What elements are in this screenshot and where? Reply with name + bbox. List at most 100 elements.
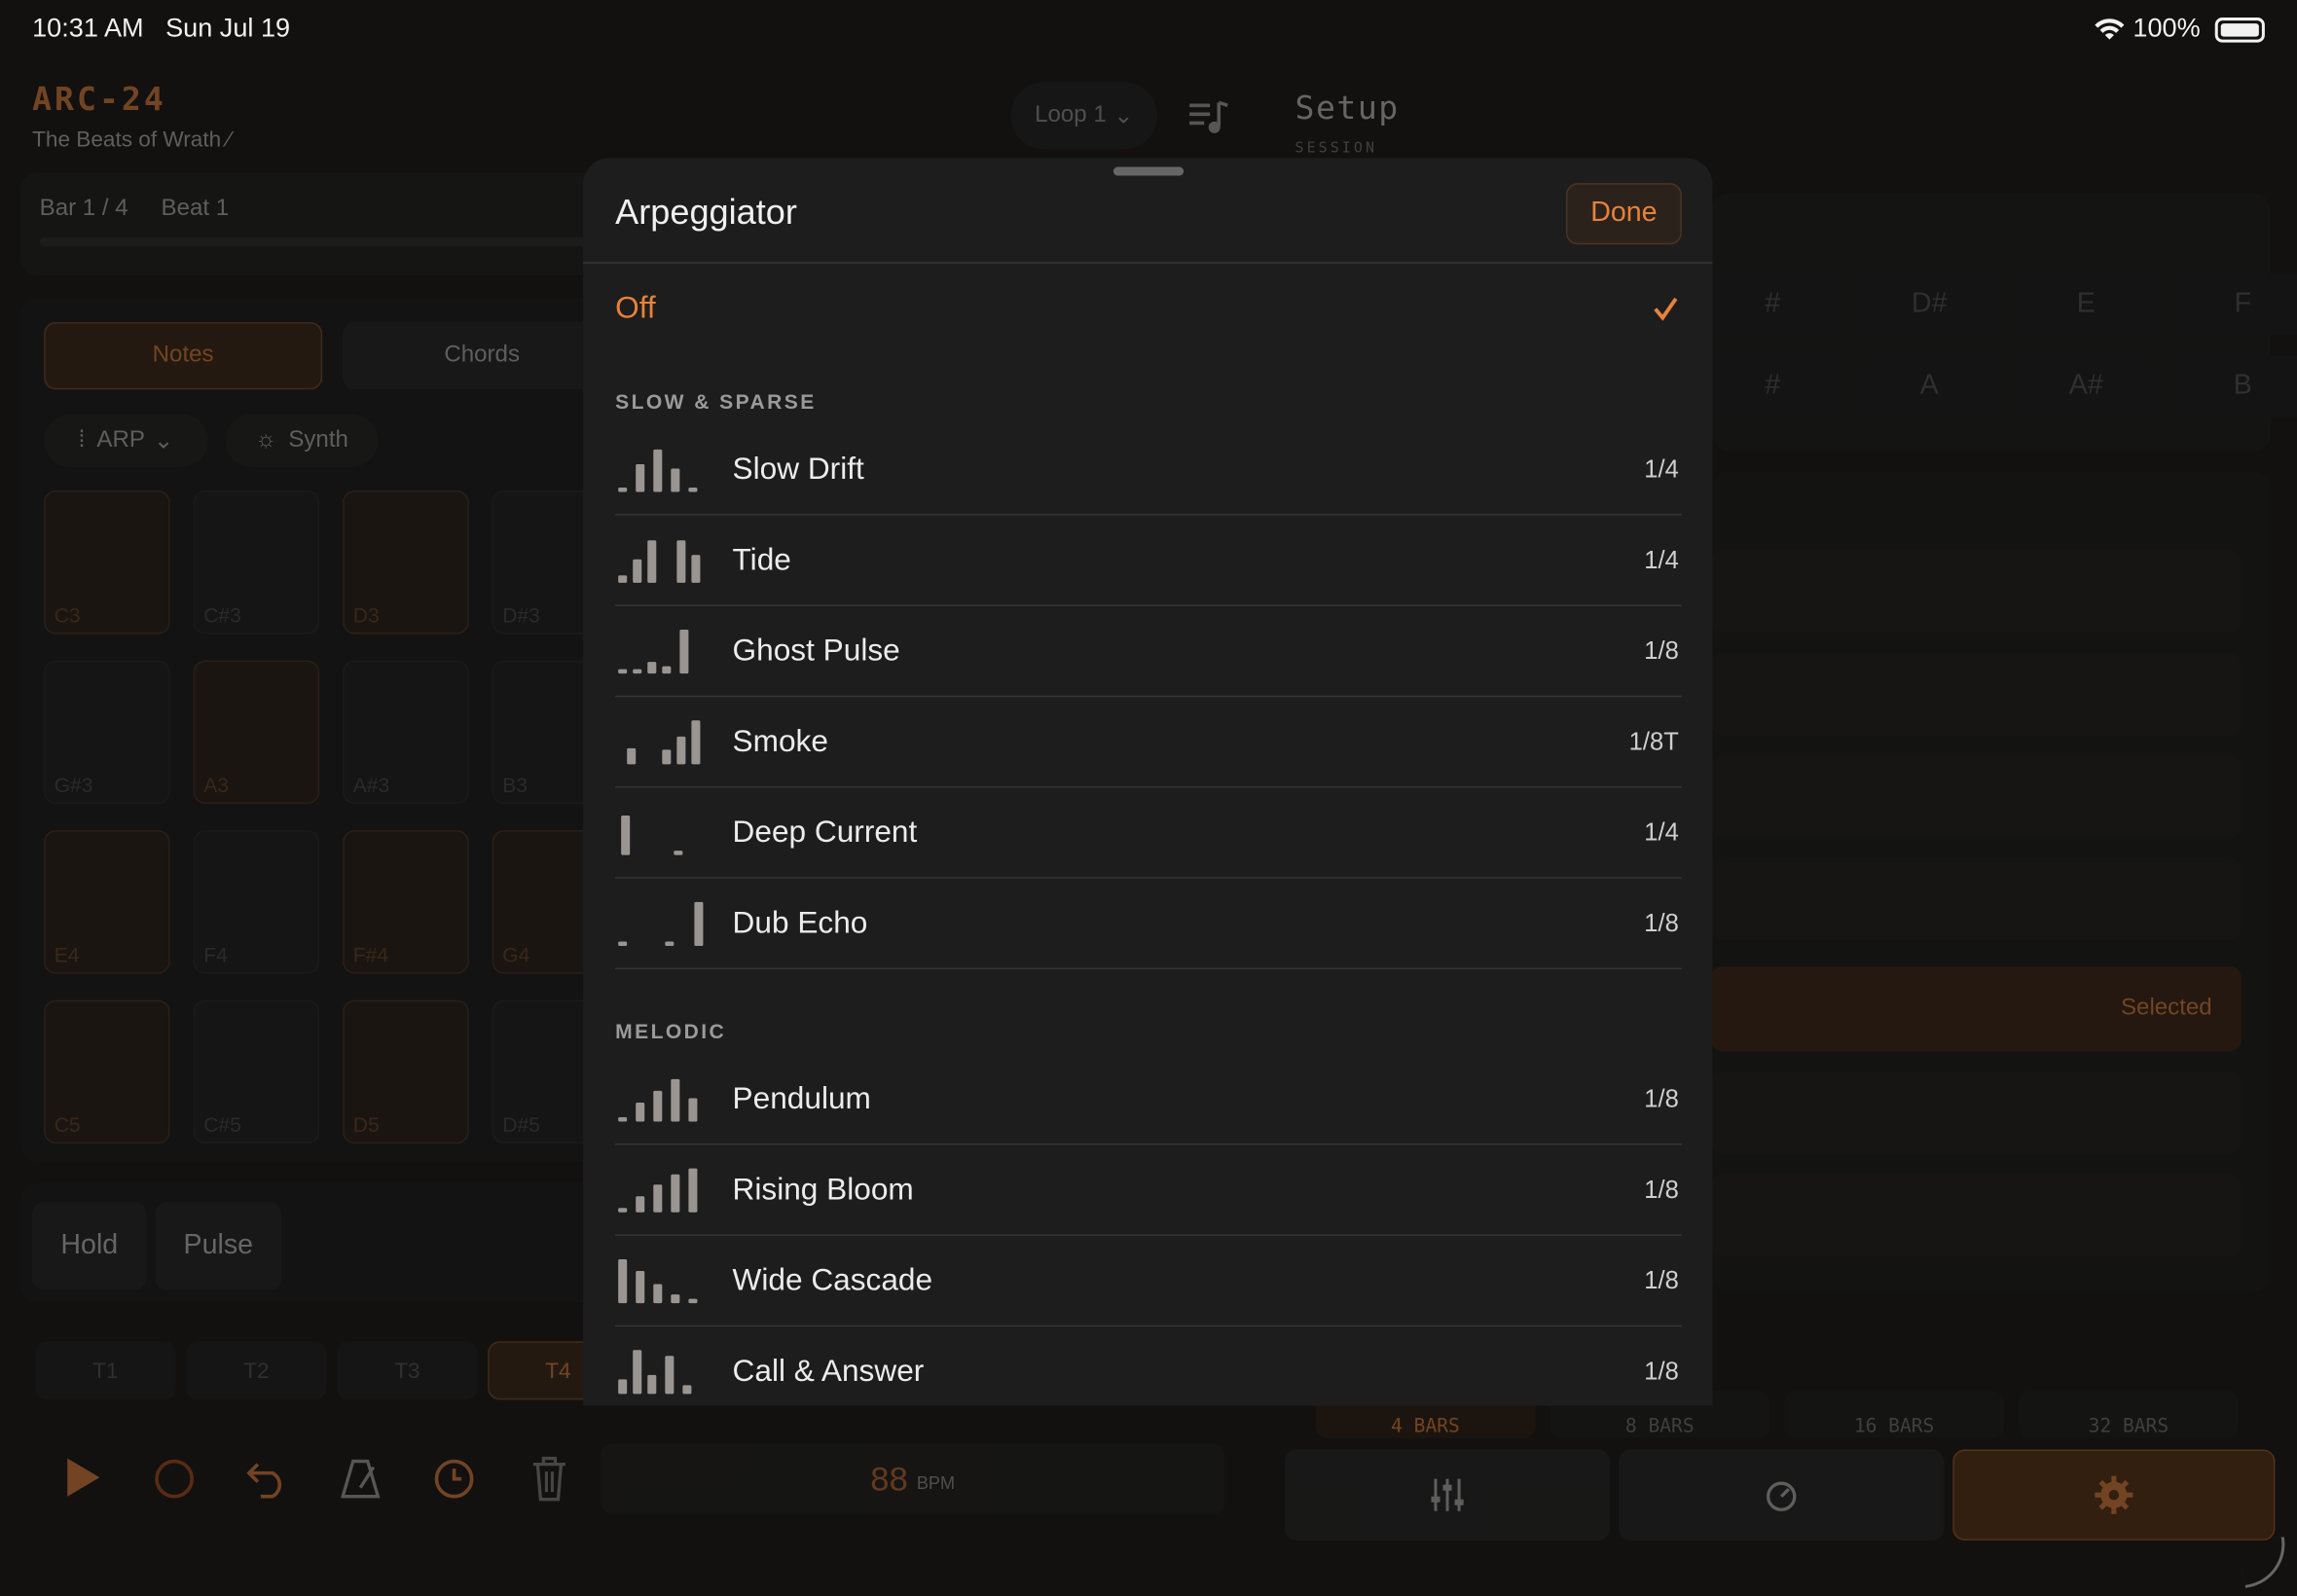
timer-icon[interactable] — [434, 1459, 475, 1500]
metronome-icon[interactable] — [339, 1459, 383, 1500]
bar-length-option[interactable]: 32 BARS — [2019, 1391, 2239, 1438]
drag-handle[interactable] — [1112, 166, 1185, 176]
bpm-unit: BPM — [916, 1472, 956, 1494]
pad-e4[interactable]: E4 — [44, 830, 170, 974]
selected-label: Selected — [2120, 996, 2212, 1021]
tab-notes[interactable]: Notes — [44, 322, 323, 390]
pad-f4[interactable]: F4 — [193, 830, 320, 974]
key-button[interactable]: F — [2172, 273, 2297, 336]
hold-button[interactable]: Hold — [32, 1202, 147, 1290]
list-row[interactable] — [1710, 550, 2242, 633]
tab-track-t2[interactable]: T2 — [186, 1341, 327, 1400]
synth-button[interactable]: ☼ Synth — [225, 414, 379, 467]
pattern-rate: 1/4 — [1644, 454, 1679, 484]
done-button[interactable]: Done — [1565, 183, 1682, 245]
pattern-rate: 1/4 — [1644, 818, 1679, 847]
pattern-shape-icon — [618, 536, 706, 583]
tab-track-t3[interactable]: T3 — [337, 1341, 478, 1400]
pattern-shape-icon — [618, 809, 706, 855]
synth-panel-button[interactable] — [1619, 1449, 1945, 1541]
arp-button[interactable]: ⁞ ARP ⌄ — [44, 414, 208, 467]
record-icon[interactable] — [154, 1459, 195, 1500]
pattern-shape-icon — [618, 1256, 706, 1304]
list-row[interactable] — [1710, 1071, 2242, 1154]
pad-label: B3 — [502, 773, 529, 797]
list-row[interactable] — [1710, 1174, 2242, 1256]
pattern-shape-icon — [618, 899, 706, 946]
pattern-row[interactable]: Slow Drift 1/4 — [615, 424, 1682, 516]
mixer-button[interactable] — [1284, 1449, 1611, 1541]
settings-button[interactable] — [1952, 1449, 2276, 1541]
key-button[interactable]: A# — [2016, 355, 2157, 417]
key-button[interactable]: D# — [1858, 273, 2000, 336]
battery-percent: 100% — [2133, 13, 2201, 43]
pad-fs4[interactable]: F#4 — [343, 830, 469, 974]
synth-label: Synth — [288, 427, 348, 453]
scale-list: Selected — [1710, 471, 2271, 1292]
pad-label: E4 — [54, 942, 80, 967]
status-date: Sun Jul 19 — [165, 13, 291, 43]
bar-length-option[interactable]: 16 BARS — [1784, 1391, 2004, 1438]
sliders-icon — [1431, 1478, 1464, 1511]
pattern-row[interactable]: Pendulum 1/8 — [615, 1054, 1682, 1145]
pad-d3[interactable]: D3 — [343, 490, 469, 635]
setup-title: Setup — [1294, 91, 1400, 127]
section-title: SLOW & SPARSE — [615, 389, 817, 414]
key-button[interactable]: A — [1858, 355, 2000, 417]
pad-as3[interactable]: A#3 — [343, 660, 469, 805]
modifier-panel: Hold Pulse — [20, 1182, 607, 1304]
list-row[interactable] — [1710, 857, 2242, 940]
loop-selector[interactable]: Loop 1 ⌄ — [1010, 82, 1158, 150]
waveform-icon: ⁞ — [78, 427, 86, 453]
list-row[interactable] — [1710, 755, 2242, 838]
pattern-shape-icon — [618, 717, 706, 765]
pattern-name: Deep Current — [732, 816, 918, 850]
pattern-rate: 1/4 — [1644, 546, 1679, 574]
pattern-row[interactable]: Dub Echo 1/8 — [615, 879, 1682, 970]
project-name[interactable]: The Beats of Wrath ⁄ — [32, 127, 231, 153]
project-title: The Beats of Wrath — [32, 127, 222, 153]
key-button[interactable]: B — [2172, 355, 2297, 417]
pattern-row[interactable]: Wide Cascade 1/8 — [615, 1236, 1682, 1327]
pad-gs3[interactable]: G#3 — [44, 660, 170, 805]
off-option[interactable]: Off — [615, 264, 1682, 354]
key-button[interactable]: # — [1701, 273, 1843, 336]
pad-d5[interactable]: D5 — [343, 999, 469, 1144]
pattern-row[interactable]: Call & Answer 1/8 — [615, 1326, 1682, 1405]
pad-c3[interactable]: C3 — [44, 490, 170, 635]
pattern-row[interactable]: Smoke 1/8T — [615, 697, 1682, 788]
position-panel: Bar 1 / 4 Beat 1 — [20, 172, 607, 275]
undo-icon[interactable] — [246, 1459, 290, 1500]
list-row[interactable] — [1710, 653, 2242, 736]
key-button[interactable]: E — [2016, 273, 2157, 336]
pad-label: G4 — [502, 942, 530, 967]
key-panel: # D# E F # A A# B — [1701, 193, 2297, 452]
trash-icon[interactable] — [530, 1456, 568, 1503]
list-row-selected[interactable]: Selected — [1710, 966, 2242, 1052]
pad-cs3[interactable]: C#3 — [193, 490, 320, 635]
pattern-row[interactable]: Ghost Pulse 1/8 — [615, 606, 1682, 698]
pad-c5[interactable]: C5 — [44, 999, 170, 1144]
play-icon[interactable] — [64, 1456, 102, 1500]
bpm-display[interactable]: 88 BPM — [601, 1443, 1225, 1514]
tab-track-t1[interactable]: T1 — [35, 1341, 176, 1400]
pattern-name: Call & Answer — [732, 1354, 925, 1389]
tab-chords[interactable]: Chords — [343, 322, 622, 390]
pad-label: D#3 — [502, 602, 540, 627]
pad-a3[interactable]: A3 — [193, 660, 320, 805]
playlist-icon[interactable] — [1186, 96, 1230, 137]
pad-label: D5 — [352, 1112, 380, 1137]
pencil-icon: ⁄ — [227, 127, 232, 153]
pattern-row[interactable]: Rising Bloom 1/8 — [615, 1145, 1682, 1236]
pad-cs5[interactable]: C#5 — [193, 999, 320, 1144]
pattern-row[interactable]: Tide 1/4 — [615, 516, 1682, 606]
pattern-row[interactable]: Deep Current 1/4 — [615, 787, 1682, 879]
key-button[interactable]: # — [1701, 355, 1843, 417]
pattern-rate: 1/8 — [1644, 909, 1679, 937]
pad-label: D#5 — [502, 1112, 540, 1137]
sheet-title: Arpeggiator — [615, 193, 797, 234]
pattern-name: Smoke — [732, 724, 828, 759]
checkmark-icon — [1654, 297, 1678, 321]
pulse-button[interactable]: Pulse — [155, 1202, 281, 1290]
pattern-name: Ghost Pulse — [732, 634, 900, 669]
